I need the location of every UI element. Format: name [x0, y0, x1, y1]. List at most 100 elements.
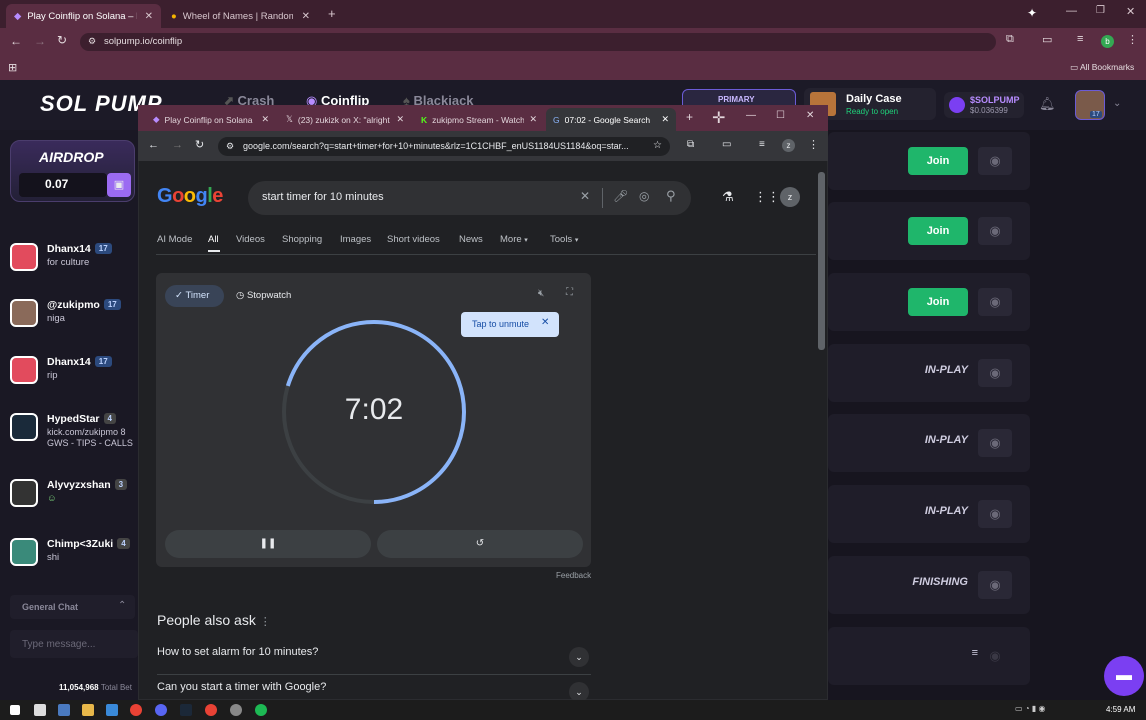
chevron-down-icon[interactable]: ⌄	[1113, 98, 1121, 109]
site-info-icon[interactable]: ⚙	[88, 36, 96, 47]
inner-tab[interactable]: ◆ Play Coinflip on Solana ✕	[146, 108, 276, 131]
chrome-icon[interactable]	[205, 704, 217, 716]
mute-icon[interactable]: 🔇︎	[538, 288, 544, 299]
minimize-icon[interactable]: —	[746, 110, 756, 121]
profile-avatar[interactable]: b	[1101, 35, 1114, 48]
token-price[interactable]: $SOLPUMP $0.036399	[944, 92, 1024, 118]
close-window-icon[interactable]: ✕	[806, 110, 814, 121]
close-icon[interactable]: ✕	[529, 114, 537, 125]
avatar[interactable]	[10, 413, 38, 441]
mic-icon[interactable]: 🎤︎	[613, 189, 628, 203]
scrollbar[interactable]	[818, 172, 825, 350]
extensions-icon[interactable]: ⧉	[1006, 33, 1014, 46]
labs-flask-icon[interactable]: ⚗	[722, 189, 734, 205]
inner-url-bar[interactable]: ⚙ google.com/search?q=start+timer+for+10…	[218, 137, 670, 156]
start-icon[interactable]	[10, 705, 20, 715]
maximize-icon[interactable]: ☐	[776, 110, 785, 121]
media-icon[interactable]: ≡	[759, 139, 765, 150]
reload-icon[interactable]: ↻	[57, 33, 67, 47]
chat-username[interactable]: HypedStar	[47, 413, 100, 425]
search-icon[interactable]	[34, 704, 46, 716]
chat-username[interactable]: Dhanx14	[47, 356, 91, 368]
avatar[interactable]	[10, 356, 38, 384]
new-tab-icon[interactable]: +	[328, 6, 336, 21]
back-icon[interactable]: ←	[10, 34, 22, 48]
new-tab-icon[interactable]: +	[686, 110, 693, 124]
eye-icon[interactable]: ◉	[978, 217, 1012, 245]
stopwatch-mode-button[interactable]: ◷ Stopwatch	[226, 285, 302, 307]
chrome-icon[interactable]	[130, 704, 142, 716]
feedback-link[interactable]: Feedback	[556, 571, 591, 580]
reload-icon[interactable]: ↻	[195, 138, 204, 151]
outer-tab-wheel[interactable]: ● Wheel of Names | Random nam… ✕	[163, 4, 318, 28]
inner-tab[interactable]: Kzukipmo Stream - Watch ✕	[414, 108, 544, 131]
forward-icon[interactable]: →	[34, 34, 46, 48]
join-button[interactable]: Join	[908, 147, 968, 175]
avatar[interactable]	[10, 243, 38, 271]
chat-username[interactable]: @zukipmo	[47, 299, 100, 311]
close-icon[interactable]: ✕	[541, 317, 549, 328]
timer-mode-button[interactable]: ✓ Timer	[165, 285, 224, 307]
menu-icon[interactable]: ⋮	[1127, 33, 1138, 46]
avatar[interactable]	[10, 299, 38, 327]
outer-tab-coinflip[interactable]: ◆ Play Coinflip on Solana – No K… ✕	[6, 4, 161, 28]
join-button[interactable]: Join	[908, 217, 968, 245]
search-icon[interactable]: ⚲	[666, 188, 676, 204]
minimize-icon[interactable]: —	[1066, 5, 1077, 17]
apps-grid-icon[interactable]: ⋮⋮	[754, 189, 780, 205]
forward-icon[interactable]: →	[172, 139, 183, 151]
apps-icon[interactable]: ⊞	[8, 61, 17, 74]
eye-icon[interactable]: ◉	[978, 642, 1012, 670]
google-logo[interactable]: Google	[157, 185, 223, 208]
fullscreen-icon[interactable]: ⛶	[566, 287, 573, 298]
chat-username[interactable]: Chimp<3Zuki	[47, 538, 113, 550]
obs-icon[interactable]	[230, 704, 242, 716]
sparkle-icon[interactable]: ✦	[1027, 6, 1037, 20]
lens-icon[interactable]: ◎	[639, 189, 649, 203]
chat-input[interactable]: Type message...	[10, 630, 138, 658]
restore-icon[interactable]: ❐	[1096, 5, 1105, 16]
taskview-icon[interactable]	[58, 704, 70, 716]
chat-username[interactable]: Dhanx14	[47, 243, 91, 255]
outer-url-bar[interactable]: ⚙ solpump.io/coinflip	[80, 33, 996, 51]
eye-icon[interactable]: ◉	[978, 359, 1012, 387]
close-icon[interactable]: ✕	[396, 114, 404, 125]
cast-icon[interactable]: ▭	[1042, 33, 1052, 46]
extensions-icon[interactable]: ⧉	[687, 139, 694, 150]
cast-icon[interactable]: ▭	[722, 139, 731, 150]
tab-all[interactable]: All	[208, 234, 219, 245]
back-icon[interactable]: ←	[148, 139, 159, 151]
reset-button[interactable]: ↺	[377, 530, 583, 558]
tab-ai-mode[interactable]: AI Mode	[157, 234, 192, 245]
eye-icon[interactable]: ◉	[978, 571, 1012, 599]
user-avatar[interactable]: 17	[1075, 90, 1105, 120]
all-bookmarks[interactable]: ▭ All Bookmarks	[1070, 62, 1134, 73]
paa-question[interactable]: How to set alarm for 10 minutes? ⌄	[157, 641, 591, 675]
join-button[interactable]: Join	[908, 288, 968, 316]
eye-icon[interactable]: ◉	[978, 500, 1012, 528]
google-avatar[interactable]: z	[780, 187, 800, 207]
tab-images[interactable]: Images	[340, 234, 371, 245]
bell-icon[interactable]: 🔔︎	[1039, 96, 1056, 112]
chat-bubble-icon[interactable]: ▬	[1104, 656, 1144, 696]
search-input[interactable]: start timer for 10 minutes ✕ 🎤︎ ◎ ⚲	[248, 181, 691, 215]
store-icon[interactable]	[106, 704, 118, 716]
close-icon[interactable]: ✕	[302, 11, 310, 22]
inner-tab-active[interactable]: G 07:02 - Google Search ✕	[546, 108, 676, 131]
discord-icon[interactable]	[155, 704, 167, 716]
close-window-icon[interactable]: ✕	[1126, 5, 1135, 18]
menu-icon[interactable]: ⋮	[808, 138, 819, 151]
close-icon[interactable]: ✕	[261, 114, 269, 125]
tab-more[interactable]: More ▾	[500, 234, 528, 245]
chat-username[interactable]: Alyvyzxshan	[47, 479, 111, 491]
tray-icons[interactable]: ▭ ◔ ▮ ◉	[1015, 704, 1045, 713]
tab-news[interactable]: News	[459, 234, 483, 245]
general-chat-selector[interactable]: General Chat ⌃	[10, 595, 135, 619]
inner-tab[interactable]: 𝕏 (23) zukizk on X: "alright ✕	[279, 108, 411, 131]
explorer-icon[interactable]	[82, 704, 94, 716]
tab-shopping[interactable]: Shopping	[282, 234, 322, 245]
eye-icon[interactable]: ◉	[978, 429, 1012, 457]
tab-short-videos[interactable]: Short videos	[387, 234, 440, 245]
tab-tools[interactable]: Tools ▾	[550, 234, 578, 245]
tab-videos[interactable]: Videos	[236, 234, 265, 245]
